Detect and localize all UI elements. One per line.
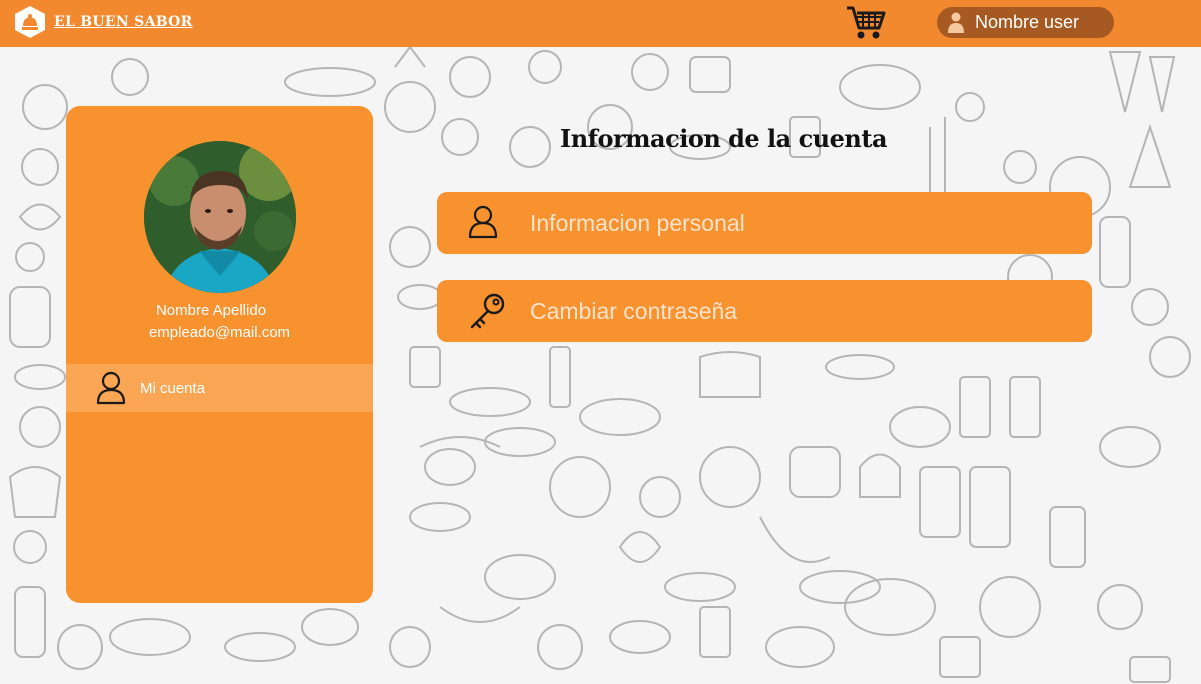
shopping-cart-icon[interactable] [845, 5, 887, 41]
profile-name: Nombre Apellido [155, 302, 267, 319]
personal-info-label: Informacion personal [530, 210, 745, 236]
sidebar-item-mi-cuenta[interactable]: Mi cuenta [66, 364, 373, 412]
user-menu-button[interactable]: Nombre user [937, 7, 1114, 38]
brand-name: EL BUEN SABOR [54, 14, 193, 30]
change-password-label: Cambiar contraseña [530, 298, 738, 324]
key-icon [467, 291, 507, 331]
change-password-button[interactable]: Cambiar contraseña [437, 280, 1092, 342]
sidebar-item-label: Mi cuenta [140, 379, 206, 397]
brand[interactable]: EL BUEN SABOR [14, 5, 193, 39]
avatar [144, 141, 296, 293]
hat-logo-icon [14, 5, 46, 39]
user-outline-icon [96, 371, 126, 405]
user-name-label: Nombre user [975, 12, 1080, 32]
profile-sidebar: Nombre Apellido empleado@mail.com Mi cue… [66, 106, 373, 603]
personal-info-button[interactable]: Informacion personal [437, 192, 1092, 254]
page-title: Informacion de la cuenta [560, 124, 888, 153]
user-icon [947, 12, 965, 34]
profile-email: empleado@mail.com [148, 324, 291, 341]
top-navbar: EL BUEN SABOR Nombre user [0, 0, 1201, 47]
user-outline-icon [467, 203, 507, 243]
